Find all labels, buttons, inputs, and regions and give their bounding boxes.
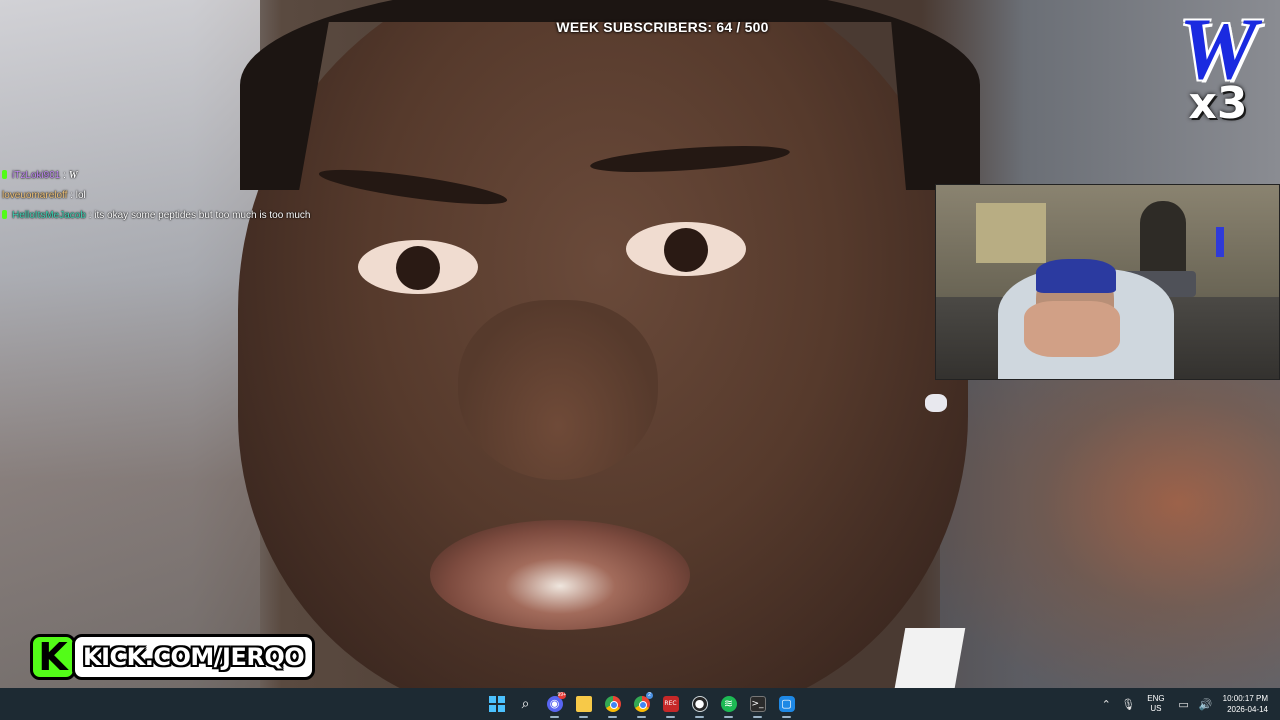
language-indicator[interactable]: ENG US	[1147, 694, 1164, 714]
chrome-button[interactable]	[598, 690, 627, 718]
recorder-button[interactable]: REC	[656, 690, 685, 718]
webcam-streamer-hat	[1036, 259, 1116, 293]
search-icon: ⌕	[521, 696, 530, 712]
w-emote-icon: W	[68, 170, 78, 181]
region-code: US	[1150, 704, 1162, 713]
network-icon[interactable]: ▭	[1173, 698, 1195, 711]
app-icon: ▢	[778, 696, 795, 712]
app-button[interactable]: ▢	[772, 690, 801, 718]
taskbar: ⌕ ◉ 99+ 2 REC ● ≋ >_ ▢ ⌃ 🎙 ENG US ▭ 🔊 10…	[0, 688, 1280, 720]
kick-badge-icon	[2, 210, 7, 219]
week-subscribers-goal: WEEK SUBSCRIBERS: 64 / 500	[556, 19, 769, 35]
chat-separator: :	[63, 170, 66, 181]
kick-channel-banner: K KICK.COM/JERQO	[30, 632, 316, 682]
mouth-shape	[430, 520, 690, 630]
folder-icon	[575, 696, 592, 712]
chat-username: HelloItsMeJacob	[12, 210, 86, 221]
hidden-icons-chevron-icon[interactable]: ⌃	[1095, 698, 1117, 711]
microphone-icon[interactable]: 🎙	[1117, 698, 1139, 711]
chat-username: loveuomareloff	[2, 190, 68, 201]
discord-notification-badge: 99+	[557, 692, 566, 699]
chat-overlay: iTzLoki901 : W loveuomareloff : lol Hell…	[2, 166, 422, 226]
spotify-icon: ≋	[720, 696, 737, 712]
webcam-streamer-hands	[1024, 301, 1120, 357]
clock-date: 2026-04-14	[1227, 705, 1268, 714]
windows-icon	[488, 696, 505, 712]
clock-time: 10:00:17 PM	[1222, 694, 1268, 703]
obs-button[interactable]: ●	[685, 690, 714, 718]
background-blur-left	[0, 0, 260, 688]
start-button[interactable]	[482, 690, 511, 718]
search-button[interactable]: ⌕	[511, 690, 540, 718]
chat-text: its okay some peptides but too much is t…	[94, 210, 311, 221]
kick-badge-icon	[2, 170, 7, 179]
chrome-profile-button[interactable]: 2	[627, 690, 656, 718]
earring	[925, 394, 947, 412]
volume-icon[interactable]: 🔊	[1195, 698, 1217, 711]
chrome-window-count-badge: 2	[646, 692, 653, 699]
chat-message: HelloItsMeJacob : its okay some peptides…	[2, 206, 422, 226]
discord-button[interactable]: ◉ 99+	[540, 690, 569, 718]
taskbar-apps: ⌕ ◉ 99+ 2 REC ● ≋ >_ ▢	[482, 688, 801, 720]
chat-message: loveuomareloff : lol	[2, 186, 422, 206]
chat-text: lol	[75, 190, 86, 201]
chrome-icon	[604, 696, 621, 712]
right-eye	[626, 222, 746, 276]
clock[interactable]: 10:00:17 PM 2026-04-14	[1223, 693, 1268, 715]
spotify-button[interactable]: ≋	[714, 690, 743, 718]
terminal-icon: >_	[749, 696, 766, 712]
nose-shape	[458, 300, 658, 480]
shirt-collar	[894, 628, 966, 688]
left-eye	[358, 240, 478, 294]
obs-icon: ●	[691, 696, 708, 712]
language-code: ENG	[1147, 694, 1165, 703]
system-tray: ⌃ 🎙 ENG US ▭ 🔊 10:00:17 PM 2026-04-14	[1095, 688, 1280, 720]
chat-separator: :	[88, 210, 92, 221]
webcam-wall	[976, 203, 1046, 263]
webcam-tv	[1216, 227, 1224, 257]
chat-username: iTzLoki901	[12, 170, 61, 181]
background-blur-right	[940, 380, 1280, 688]
kick-url-text: KICK.COM/JERQO	[83, 643, 305, 671]
terminal-button[interactable]: >_	[743, 690, 772, 718]
rec-icon: REC	[662, 696, 679, 712]
webcam-feed	[935, 184, 1280, 380]
kick-logo-icon: K	[30, 634, 76, 680]
w-logo: W x3	[1168, 6, 1268, 130]
kick-url-plate: KICK.COM/JERQO	[72, 634, 316, 680]
chat-separator: :	[70, 190, 73, 201]
chat-message: iTzLoki901 : W	[2, 166, 422, 186]
file-explorer-button[interactable]	[569, 690, 598, 718]
